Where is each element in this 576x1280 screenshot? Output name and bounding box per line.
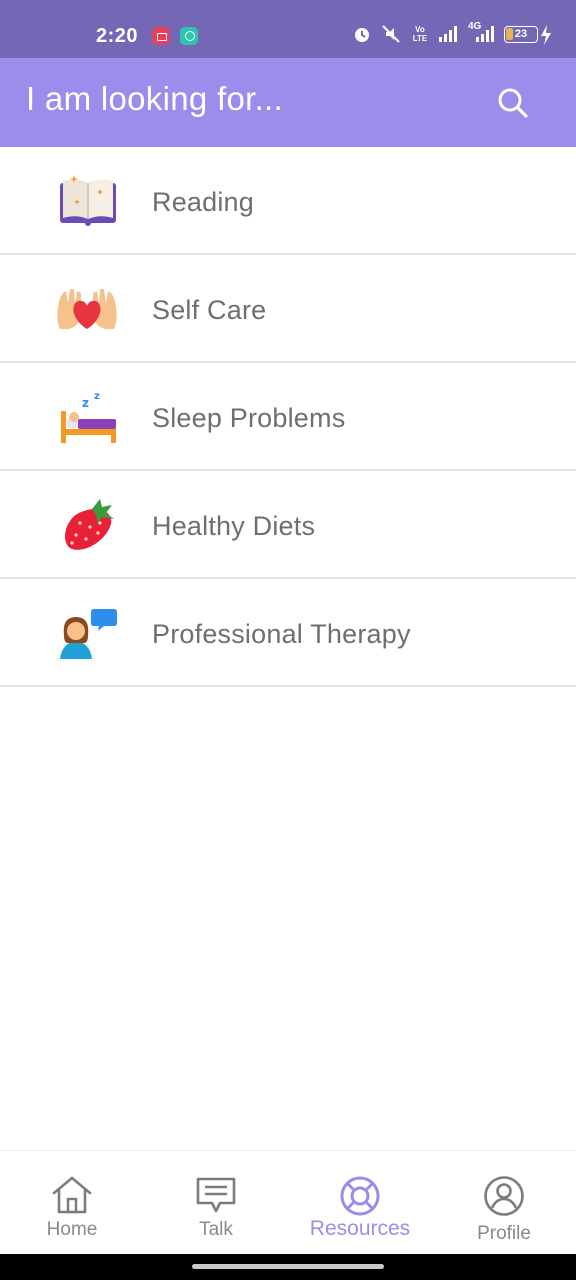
status-icons: Vo LTE 4G 23 <box>352 21 538 44</box>
list-item-professional-therapy[interactable]: Professional Therapy <box>0 579 576 687</box>
list-item-healthy-diets[interactable]: Healthy Diets <box>0 471 576 579</box>
list-item-label: Self Care <box>152 295 267 325</box>
nav-item-home[interactable]: Home <box>0 1151 144 1255</box>
volte-icon: Vo LTE <box>412 25 428 43</box>
nav-item-talk[interactable]: Talk <box>144 1151 288 1255</box>
screen-record-notification-icon <box>152 27 170 45</box>
status-time: 2:20 <box>96 25 139 47</box>
svg-text:z: z <box>82 396 89 410</box>
charging-icon <box>541 25 551 45</box>
chat-icon <box>196 1177 236 1213</box>
svg-text:z: z <box>94 391 100 402</box>
nav-label: Profile <box>477 1223 531 1244</box>
home-gesture-handle[interactable] <box>192 1264 384 1269</box>
list-item-label: Reading <box>152 187 254 217</box>
battery-icon: 23 <box>504 25 538 43</box>
nav-item-resources[interactable]: Resources <box>288 1151 432 1255</box>
list-item-label: Healthy Diets <box>152 511 316 541</box>
list-item-label: Sleep Problems <box>152 403 346 433</box>
bottom-navigation: Home Talk Resources Profile <box>0 1150 576 1254</box>
silent-icon <box>382 25 400 43</box>
alarm-icon <box>355 28 369 42</box>
gesture-navigation-bar <box>0 1254 576 1280</box>
open-book-icon <box>60 175 116 226</box>
sleeping-bed-icon: z z <box>61 391 116 443</box>
profile-icon <box>484 1176 524 1216</box>
status-bar: 2:20 Vo LTE 4G 23 <box>0 0 576 58</box>
search-button[interactable] <box>496 86 530 120</box>
chat-notification-icon <box>180 27 198 45</box>
list-item-reading[interactable]: Reading <box>0 147 576 255</box>
list-item-label: Professional Therapy <box>152 619 411 649</box>
nav-label: Home <box>46 1219 98 1240</box>
nav-item-profile[interactable]: Profile <box>432 1151 576 1255</box>
hands-heart-icon <box>57 289 117 329</box>
list-item-self-care[interactable]: Self Care <box>0 255 576 363</box>
search-icon <box>498 88 528 118</box>
signal-icon <box>439 26 457 42</box>
nav-label: Resources <box>309 1217 411 1240</box>
lifebuoy-icon <box>340 1176 380 1216</box>
category-list: Reading Self Care z z Sleep Problems Hea… <box>0 147 576 687</box>
list-item-sleep-problems[interactable]: z z Sleep Problems <box>0 363 576 471</box>
network-type-icon: 4G <box>468 21 496 43</box>
page-title: I am looking for... <box>26 80 283 117</box>
home-icon <box>52 1176 92 1214</box>
strawberry-icon <box>65 499 114 550</box>
battery-level: 23 <box>514 27 528 40</box>
therapist-icon <box>60 609 117 659</box>
app-header: I am looking for... <box>0 58 576 147</box>
nav-label: Talk <box>199 1219 233 1240</box>
